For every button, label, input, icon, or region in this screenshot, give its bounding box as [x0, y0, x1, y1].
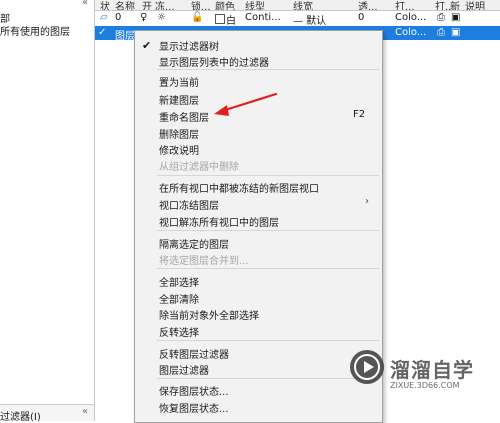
filter-tree-item-used-layers[interactable]: 所有使用的图层	[0, 23, 70, 38]
col-color[interactable]: 颜色	[215, 0, 235, 10]
layer-lineweight[interactable]: — 默认	[293, 12, 326, 25]
menu-delete-layer[interactable]: 删除图层	[159, 126, 199, 141]
col-lock[interactable]: 锁...	[191, 0, 211, 10]
col-linetype[interactable]: 线型	[245, 0, 265, 10]
menu-save-layer-states[interactable]: 保存图层状态...	[159, 383, 229, 398]
annotation-arrow-icon	[214, 92, 278, 116]
menu-separator	[157, 69, 379, 70]
filter-tree-panel: « 部 所有使用的图层 过滤器(I) «	[0, 0, 95, 423]
bulb-icon[interactable]: ♀	[140, 12, 147, 23]
viewport-freeze-icon[interactable]: ▣	[451, 27, 460, 38]
menu-new-layer-vp-frozen-all[interactable]: 在所有视口中都被冻结的新图层视口	[159, 180, 319, 195]
rename-shortcut: F2	[353, 109, 366, 120]
menu-restore-layer-states[interactable]: 恢复图层状态...	[159, 400, 229, 415]
menu-remove-from-group-filter: 从组过滤器中删除	[159, 162, 239, 173]
menu-new-layer[interactable]: 新建图层	[159, 92, 199, 107]
layer-linetype[interactable]: Conti...	[245, 12, 281, 23]
menu-merge-layers: 将选定图层合并到...	[159, 256, 249, 267]
layer-row[interactable]: ▱ 0 ♀ ☼ 🔓 白 Conti... — 默认 0 Colo... ⎙ ▣	[95, 11, 500, 25]
viewport-freeze-icon[interactable]: ▣	[451, 12, 460, 23]
layer-name: 0	[115, 12, 122, 23]
menu-isolate-layers[interactable]: 隔离选定的图层	[159, 236, 229, 251]
layer-plotstyle[interactable]: Colo...	[395, 12, 426, 23]
lock-icon[interactable]: 🔓	[191, 12, 203, 23]
menu-modify-description[interactable]: 修改说明	[159, 142, 199, 157]
menu-invert-layer-filter[interactable]: 反转图层过滤器	[159, 346, 229, 361]
menu-separator	[157, 378, 379, 379]
menu-vp-freeze-layer[interactable]: 视口冻结图层	[159, 197, 219, 212]
menu-select-all[interactable]: 全部选择	[159, 274, 199, 289]
menu-separator	[157, 230, 379, 231]
col-lineweight[interactable]: 线宽	[293, 0, 313, 10]
watermark: 溜溜自学 ZIXUE.3D66.COM	[350, 350, 500, 410]
menu-select-all-but-current[interactable]: 除当前对象外全部选择	[159, 307, 259, 322]
collapse-panel-icon[interactable]: «	[82, 0, 88, 8]
printer-icon[interactable]: ⎙	[437, 12, 445, 23]
layer-context-menu: ✔ 显示过滤器树 显示图层列表中的过滤器 置为当前 新建图层 重命名图层 F2 …	[134, 30, 383, 423]
menu-show-filters-in-list[interactable]: 显示图层列表中的过滤器	[159, 54, 269, 69]
col-on[interactable]: 开	[142, 0, 152, 10]
col-new-vp-freeze[interactable]: 新	[450, 0, 460, 10]
col-status[interactable]: 状	[100, 0, 110, 10]
col-plotstyle[interactable]: 打...	[395, 0, 415, 10]
checkmark-icon: ✔	[142, 39, 152, 52]
menu-separator	[157, 268, 379, 269]
layer-status-icon: ▱	[100, 12, 108, 23]
watermark-logo-icon	[350, 350, 384, 384]
menu-clear-all[interactable]: 全部清除	[159, 291, 199, 306]
menu-layer-filters[interactable]: 图层过滤器	[159, 362, 209, 377]
menu-set-current[interactable]: 置为当前	[159, 74, 199, 89]
col-freeze[interactable]: 冻...	[155, 0, 175, 10]
menu-separator	[157, 340, 379, 341]
submenu-arrow-icon: ›	[365, 196, 369, 207]
col-description[interactable]: 说明	[465, 0, 485, 10]
watermark-subtitle: ZIXUE.3D66.COM	[390, 381, 460, 390]
menu-vp-thaw-all[interactable]: 视口解冻所有视口中的图层	[159, 214, 279, 229]
col-transparency[interactable]: 透...	[358, 0, 378, 10]
current-layer-check-icon: ✓	[98, 27, 107, 38]
menu-show-filter-tree[interactable]: 显示过滤器树	[159, 38, 219, 53]
menu-separator	[157, 175, 379, 176]
filter-footer: 过滤器(I) «	[0, 404, 94, 423]
layer-color: 白	[226, 16, 236, 25]
layer-transparency[interactable]: 0	[358, 12, 364, 23]
col-name[interactable]: 名称	[115, 0, 135, 10]
menu-invert-selection[interactable]: 反转选择	[159, 324, 199, 339]
menu-rename-layer[interactable]: 重命名图层	[159, 109, 209, 124]
layer-grid-header: 状 名称 开 冻... 锁... 颜色 线型 线宽 透... 打... 打...…	[95, 0, 500, 11]
color-swatch[interactable]	[215, 14, 225, 24]
printer-icon[interactable]: ⎙	[437, 27, 445, 38]
watermark-title: 溜溜自学	[390, 358, 474, 382]
layer-plotstyle[interactable]: Colo...	[395, 27, 426, 38]
sun-icon[interactable]: ☼	[157, 12, 166, 23]
collapse-footer-icon[interactable]: «	[82, 406, 88, 417]
